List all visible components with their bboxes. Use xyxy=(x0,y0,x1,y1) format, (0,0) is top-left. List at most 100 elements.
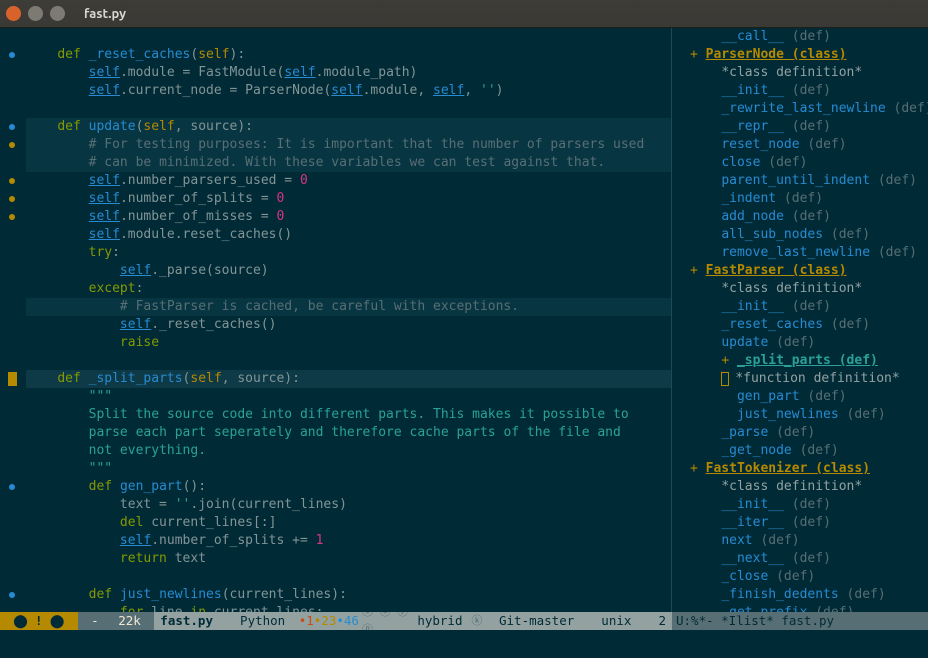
gutter-row[interactable] xyxy=(0,154,24,172)
code-line[interactable]: except: xyxy=(26,280,671,298)
outline-item[interactable]: *function definition* xyxy=(690,370,928,388)
gutter-row[interactable] xyxy=(0,586,24,604)
gutter-row[interactable] xyxy=(0,568,24,586)
gutter-row[interactable] xyxy=(0,604,24,612)
minibuffer[interactable] xyxy=(0,630,928,658)
code-line[interactable]: Split the source code into different par… xyxy=(26,406,671,424)
outline-item[interactable]: + ParserNode (class) xyxy=(690,46,928,64)
outline-item[interactable]: __next__ (def) xyxy=(690,550,928,568)
gutter-row[interactable] xyxy=(0,334,24,352)
lint-marker-icon[interactable] xyxy=(9,142,15,148)
outline-item[interactable]: _get_node (def) xyxy=(690,442,928,460)
code-line[interactable]: # can be minimized. With these variables… xyxy=(26,154,671,172)
code-line[interactable]: self.current_node = ParserNode(self.modu… xyxy=(26,82,671,100)
code-line[interactable] xyxy=(26,568,671,586)
code-line[interactable]: self.number_parsers_used = 0 xyxy=(26,172,671,190)
outline-item[interactable]: __init__ (def) xyxy=(690,298,928,316)
outline-item[interactable]: __iter__ (def) xyxy=(690,514,928,532)
code-line[interactable]: text = ''.join(current_lines) xyxy=(26,496,671,514)
gutter-row[interactable] xyxy=(0,460,24,478)
gutter[interactable] xyxy=(0,28,24,612)
code-line[interactable]: for line in current_lines: xyxy=(26,604,671,612)
gutter-row[interactable] xyxy=(0,208,24,226)
outline-item[interactable]: gen_part (def) xyxy=(690,388,928,406)
outline-item[interactable]: + _split_parts (def) xyxy=(690,352,928,370)
outline-item[interactable]: _get_prefix (def) xyxy=(690,604,928,612)
gutter-row[interactable] xyxy=(0,100,24,118)
gutter-row[interactable] xyxy=(0,496,24,514)
gutter-row[interactable] xyxy=(0,550,24,568)
gutter-row[interactable] xyxy=(0,28,24,46)
outline-item[interactable]: *class definition* xyxy=(690,280,928,298)
code-line[interactable]: self.number_of_splits = 0 xyxy=(26,190,671,208)
gutter-row[interactable] xyxy=(0,172,24,190)
code-line[interactable]: def _split_parts(self, source): xyxy=(26,370,671,388)
outline-item[interactable]: __init__ (def) xyxy=(690,82,928,100)
code-line[interactable]: parse each part seperately and therefore… xyxy=(26,424,671,442)
gutter-row[interactable] xyxy=(0,424,24,442)
outline-pane[interactable]: __call__ (def)+ ParserNode (class) *clas… xyxy=(672,28,928,612)
outline-item[interactable]: *class definition* xyxy=(690,478,928,496)
code-line[interactable]: self.number_of_splits += 1 xyxy=(26,532,671,550)
gutter-row[interactable] xyxy=(0,118,24,136)
code-line[interactable]: self.number_of_misses = 0 xyxy=(26,208,671,226)
outline-item[interactable]: _reset_caches (def) xyxy=(690,316,928,334)
outline-item[interactable]: _finish_dedents (def) xyxy=(690,586,928,604)
code-line[interactable]: """ xyxy=(26,460,671,478)
outline-item[interactable]: add_node (def) xyxy=(690,208,928,226)
gutter-row[interactable] xyxy=(0,478,24,496)
window-maximize-button[interactable] xyxy=(50,6,65,21)
code-line[interactable]: self.module = FastModule(self.module_pat… xyxy=(26,64,671,82)
code-line[interactable]: self._reset_caches() xyxy=(26,316,671,334)
code-pane[interactable]: def _reset_caches(self): self.module = F… xyxy=(0,28,672,612)
gutter-row[interactable] xyxy=(0,352,24,370)
code-line[interactable]: self.module.reset_caches() xyxy=(26,226,671,244)
gutter-row[interactable] xyxy=(0,298,24,316)
outline-item[interactable]: *class definition* xyxy=(690,64,928,82)
gutter-row[interactable] xyxy=(0,280,24,298)
outline-item[interactable]: close (def) xyxy=(690,154,928,172)
lint-marker-icon[interactable] xyxy=(9,178,15,184)
gutter-row[interactable] xyxy=(0,46,24,64)
gutter-row[interactable] xyxy=(0,262,24,280)
fold-marker-icon[interactable] xyxy=(9,52,15,58)
gutter-row[interactable] xyxy=(0,316,24,334)
lint-marker-icon[interactable] xyxy=(9,196,15,202)
outline-item[interactable]: __call__ (def) xyxy=(690,28,928,46)
gutter-row[interactable] xyxy=(0,442,24,460)
outline-item[interactable]: + FastTokenizer (class) xyxy=(690,460,928,478)
lint-marker-icon[interactable] xyxy=(9,214,15,220)
code-line[interactable]: # For testing purposes: It is important … xyxy=(26,136,671,154)
outline-item[interactable]: update (def) xyxy=(690,334,928,352)
gutter-row[interactable] xyxy=(0,190,24,208)
code-line[interactable]: """ xyxy=(26,388,671,406)
gutter-row[interactable] xyxy=(0,226,24,244)
code-line[interactable]: raise xyxy=(26,334,671,352)
outline-item[interactable]: remove_last_newline (def) xyxy=(690,244,928,262)
code-line[interactable]: def gen_part(): xyxy=(26,478,671,496)
code-line[interactable] xyxy=(26,28,671,46)
code-line[interactable]: def just_newlines(current_lines): xyxy=(26,586,671,604)
outline-item[interactable]: next (def) xyxy=(690,532,928,550)
window-close-button[interactable] xyxy=(6,6,21,21)
outline-item[interactable]: _indent (def) xyxy=(690,190,928,208)
outline-item[interactable]: _parse (def) xyxy=(690,424,928,442)
outline-item[interactable]: just_newlines (def) xyxy=(690,406,928,424)
gutter-row[interactable] xyxy=(0,406,24,424)
gutter-row[interactable] xyxy=(0,532,24,550)
gutter-row[interactable] xyxy=(0,64,24,82)
code-line[interactable]: self._parse(source) xyxy=(26,262,671,280)
fold-marker-icon[interactable] xyxy=(9,592,15,598)
outline-item[interactable]: parent_until_indent (def) xyxy=(690,172,928,190)
code-editor[interactable]: def _reset_caches(self): self.module = F… xyxy=(24,28,671,612)
gutter-row[interactable] xyxy=(0,244,24,262)
outline-item[interactable]: all_sub_nodes (def) xyxy=(690,226,928,244)
fold-marker-icon[interactable] xyxy=(9,484,15,490)
code-line[interactable]: def update(self, source): xyxy=(26,118,671,136)
code-line[interactable]: del current_lines[:] xyxy=(26,514,671,532)
code-line[interactable]: # FastParser is cached, be careful with … xyxy=(26,298,671,316)
code-line[interactable] xyxy=(26,352,671,370)
code-line[interactable] xyxy=(26,100,671,118)
gutter-row[interactable] xyxy=(0,136,24,154)
outline-item[interactable]: _close (def) xyxy=(690,568,928,586)
